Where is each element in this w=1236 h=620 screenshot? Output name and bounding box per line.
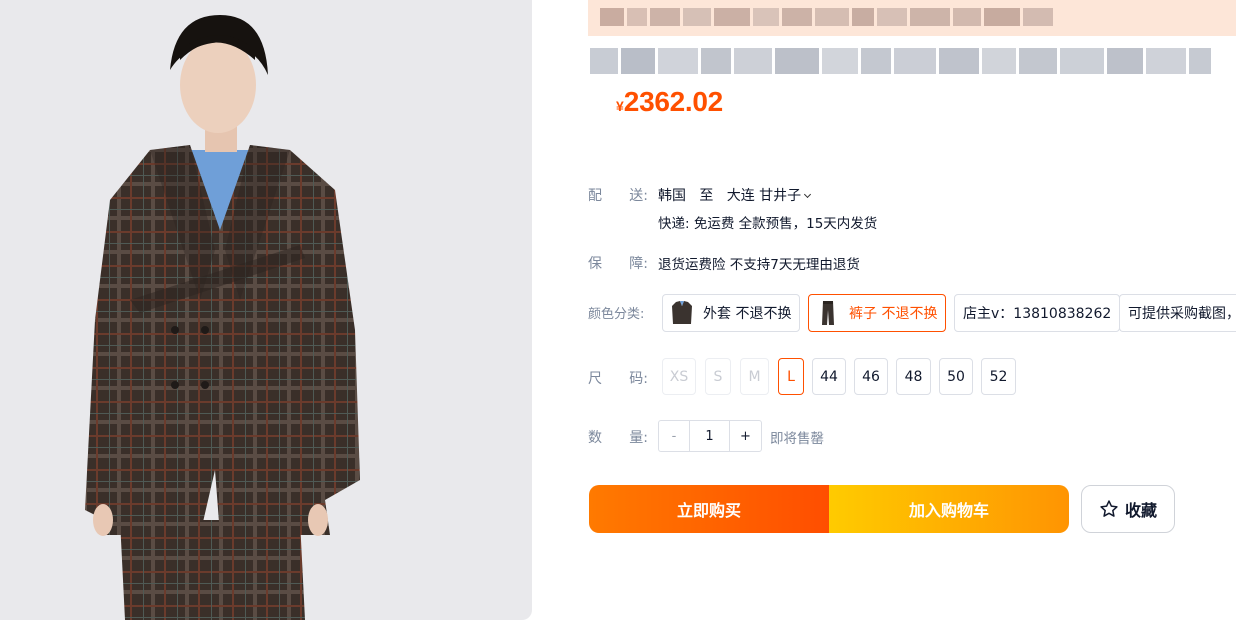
size-option-46[interactable]: 46: [854, 358, 888, 395]
favorite-button[interactable]: 收藏: [1081, 485, 1175, 533]
size-option-s[interactable]: S: [705, 358, 731, 395]
stock-note: 即将售罄: [770, 431, 824, 447]
guarantee-label: 保 障:: [588, 253, 652, 273]
product-main-image[interactable]: [0, 0, 532, 620]
blurred-banner-text: [600, 8, 1053, 26]
color-option-screenshot[interactable]: 可提供采购截图，: [1119, 294, 1236, 332]
color-option-contact[interactable]: 店主v：13810838262: [954, 294, 1121, 332]
shipping-destination: 大连 甘井子: [726, 188, 802, 204]
guarantee-text[interactable]: 退货运费险 不支持7天无理由退货: [658, 253, 860, 273]
shipping-label-char-2: 送:: [629, 188, 648, 204]
favorite-label: 收藏: [1124, 501, 1157, 520]
add-to-cart-button[interactable]: 加入购物车: [829, 485, 1069, 533]
size-option-xs[interactable]: XS: [662, 358, 696, 395]
quantity-label-char-2: 量:: [629, 430, 648, 446]
size-option-52[interactable]: 52: [981, 358, 1016, 395]
size-option-l[interactable]: L: [778, 358, 804, 395]
shipping-label: 配 送:: [588, 185, 652, 205]
star-icon: [1100, 500, 1118, 517]
color-option-label: 店主v：13810838262: [963, 306, 1112, 322]
model-in-plaid-suit-image: [85, 15, 360, 620]
buy-now-label: 立即购买: [676, 501, 741, 520]
currency-symbol: ¥: [616, 98, 624, 114]
size-option-m[interactable]: M: [740, 358, 769, 395]
quantity-decrease-button[interactable]: -: [659, 421, 690, 451]
size-label-char-1: 尺: [588, 371, 602, 387]
shipping-detail: 快递: 免运费 全款预售，15天内发货: [658, 216, 878, 232]
buy-now-button[interactable]: 立即购买: [589, 485, 829, 533]
color-option-jacket[interactable]: 外套 不退不换: [662, 294, 801, 332]
size-label-char-2: 码:: [629, 371, 648, 387]
pants-thumbnail: [817, 300, 839, 326]
guarantee-label-char-2: 障:: [629, 256, 648, 272]
size-option-50[interactable]: 50: [939, 358, 973, 395]
add-to-cart-label: 加入购物车: [908, 501, 989, 520]
color-option-label: 可提供采购截图，: [1128, 306, 1236, 322]
shipping-origin: 韩国: [658, 188, 686, 204]
product-price: ¥2362.02: [616, 86, 723, 118]
color-option-label: 外套 不退不换: [703, 306, 792, 322]
size-label: 尺 码:: [588, 368, 652, 388]
jacket-thumbnail: [671, 300, 693, 326]
size-option-48[interactable]: 48: [896, 358, 931, 395]
color-option-pants[interactable]: 裤子 不退不换: [808, 294, 947, 332]
color-option-label: 裤子 不退不换: [849, 306, 938, 322]
chevron-down-icon: [804, 190, 812, 199]
quantity-label: 数 量:: [588, 427, 652, 447]
quantity-stepper: - 1 +: [658, 420, 762, 452]
quantity-label-char-1: 数: [588, 430, 602, 446]
shipping-route: 韩国 至 大连 甘井子: [658, 185, 812, 205]
guarantee-label-char-1: 保: [588, 256, 602, 272]
shipping-destination-selector[interactable]: 大连 甘井子: [726, 188, 812, 204]
quantity-increase-button[interactable]: +: [730, 421, 761, 451]
shipping-to: 至: [699, 188, 714, 204]
shipping-label-char-1: 配: [588, 188, 602, 204]
color-label: 颜色分类:: [588, 307, 645, 322]
quantity-input[interactable]: 1: [690, 421, 730, 451]
blurred-product-title: [590, 48, 1211, 74]
size-option-44[interactable]: 44: [812, 358, 846, 395]
price-amount: 2362.02: [623, 86, 723, 117]
